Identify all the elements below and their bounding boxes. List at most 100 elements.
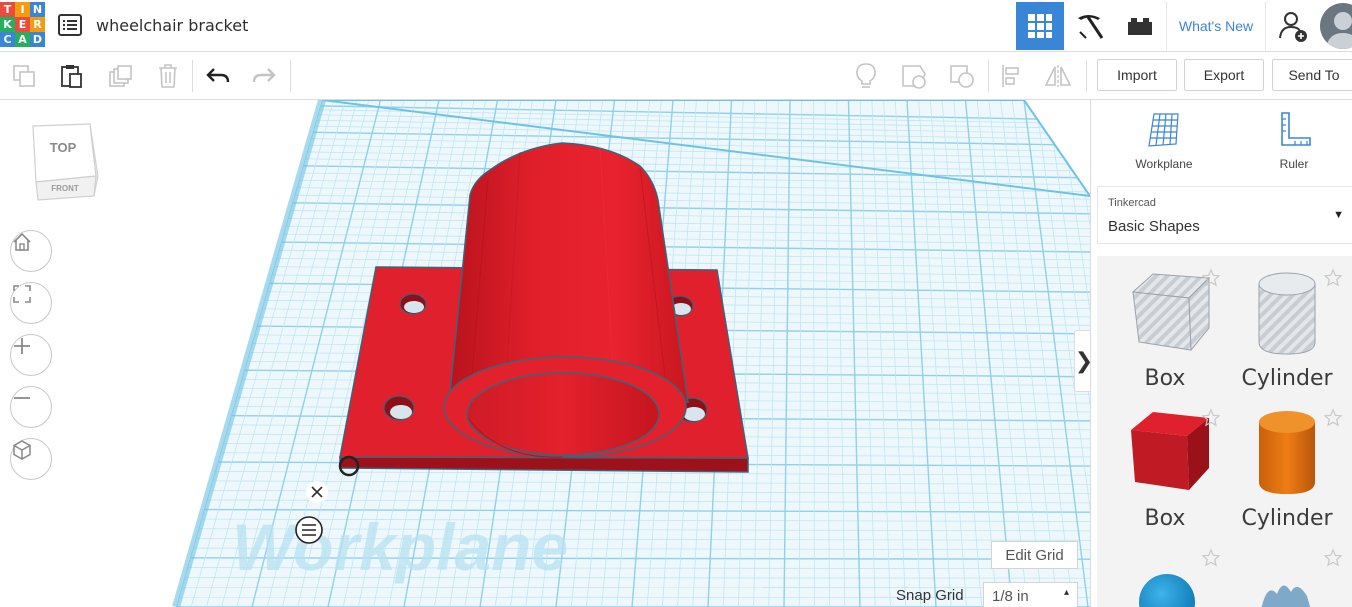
mirror-button[interactable] xyxy=(1042,60,1074,92)
shape-scribble[interactable] xyxy=(1227,542,1347,607)
group-icon xyxy=(950,65,974,88)
redo-button[interactable] xyxy=(248,60,280,92)
3d-design-view-button[interactable] xyxy=(1016,2,1064,50)
shape-sphere[interactable] xyxy=(1105,542,1225,607)
logo-letter: D xyxy=(30,32,45,47)
edit-grid-button[interactable]: Edit Grid xyxy=(991,541,1078,569)
zoom-in-button[interactable] xyxy=(10,334,52,376)
import-button[interactable]: Import xyxy=(1097,59,1177,91)
favorite-star-icon[interactable] xyxy=(1323,548,1343,568)
library-name: Basic Shapes xyxy=(1108,218,1200,235)
trash-icon xyxy=(159,64,177,88)
favorite-star-icon[interactable] xyxy=(1323,268,1343,288)
invite-user-button[interactable] xyxy=(1268,2,1318,50)
shape-label: Cylinder xyxy=(1241,506,1333,531)
avatar[interactable] xyxy=(1320,3,1352,49)
notes-button[interactable] xyxy=(850,60,882,92)
brick-icon xyxy=(1128,18,1152,35)
projection-toggle-button[interactable] xyxy=(10,438,52,480)
duplicate-button[interactable] xyxy=(104,60,136,92)
view-cube-icon: TOP FRONT xyxy=(32,123,99,201)
delete-button[interactable] xyxy=(152,60,184,92)
shape-tool-button[interactable] xyxy=(898,60,930,92)
shape-label: Box xyxy=(1144,506,1186,531)
group-button[interactable] xyxy=(946,60,978,92)
logo-letter: E xyxy=(15,17,30,32)
shape-cylinder[interactable]: Cylinder xyxy=(1227,402,1347,542)
logo-letter: A xyxy=(15,32,30,47)
logo-letter: K xyxy=(0,17,15,32)
align-button[interactable] xyxy=(996,60,1028,92)
snap-grid-select[interactable]: 1/8 in ▴ xyxy=(983,582,1078,607)
shape-box-hole[interactable]: Box xyxy=(1105,262,1225,402)
shape-label: Cylinder xyxy=(1241,366,1333,391)
blocks-view-button[interactable] xyxy=(1066,2,1114,50)
favorite-star-icon[interactable] xyxy=(1201,548,1221,568)
library-source: Tinkercad xyxy=(1108,197,1156,209)
send-to-button[interactable]: Send To xyxy=(1272,59,1352,91)
shape-library-select[interactable]: Tinkercad Basic Shapes ▼ xyxy=(1097,186,1352,244)
ruler-tool[interactable]: Ruler xyxy=(1254,110,1334,171)
logo-letter: I xyxy=(15,2,30,17)
align-icon xyxy=(1002,65,1019,87)
close-note-button[interactable] xyxy=(306,481,328,503)
shapes-panel: Workplane Ruler Tinkercad Basic Shapes ▼ xyxy=(1090,100,1352,607)
whats-new-button[interactable]: What's New xyxy=(1166,2,1266,50)
add-user-icon xyxy=(1279,12,1307,42)
toolbar-divider xyxy=(988,60,989,92)
list-icon xyxy=(58,14,82,36)
home-view-button[interactable] xyxy=(10,230,52,272)
shape-label: Box xyxy=(1144,366,1186,391)
fit-view-button[interactable] xyxy=(10,282,52,324)
bracket-tube[interactable] xyxy=(443,142,689,458)
bolt-hole xyxy=(399,293,427,315)
grid-view-icon xyxy=(1028,14,1052,38)
ruler-icon xyxy=(1281,112,1311,146)
redo-icon xyxy=(252,68,276,83)
workplane-viewport[interactable]: Workplane TOP FRONT xyxy=(0,100,1090,607)
toolbar-divider xyxy=(290,60,291,92)
3d-scene[interactable]: Workplane xyxy=(0,100,1090,607)
home-icon xyxy=(13,232,31,251)
shape-cylinder-hole[interactable]: Cylinder xyxy=(1227,262,1347,402)
design-title[interactable]: wheelchair bracket xyxy=(96,16,248,35)
workplane-watermark: Workplane xyxy=(232,510,568,584)
bricks-view-button[interactable] xyxy=(1116,2,1164,50)
favorite-star-icon[interactable] xyxy=(1201,268,1221,288)
snap-grid-value: 1/8 in xyxy=(992,587,1029,605)
ruler-tool-label: Ruler xyxy=(1279,157,1309,171)
tinkercad-app: TINKERCAD wheelchair bracket What's New … xyxy=(0,0,1352,607)
workplane-tool[interactable]: Workplane xyxy=(1124,110,1204,171)
mirror-icon xyxy=(1044,65,1072,87)
perspective-cube-icon xyxy=(13,440,31,460)
view-cube-top-label: TOP xyxy=(50,140,77,155)
note-list-button[interactable] xyxy=(295,516,323,544)
logo-letter: R xyxy=(30,17,45,32)
favorite-star-icon[interactable] xyxy=(1323,408,1343,428)
tinkercad-logo[interactable]: TINKERCAD xyxy=(0,2,45,47)
zoom-out-button[interactable] xyxy=(10,386,52,428)
undo-icon xyxy=(206,68,230,83)
shape-box[interactable]: Box xyxy=(1105,402,1225,542)
caret-down-icon: ▼ xyxy=(1333,209,1344,221)
paste-icon xyxy=(61,65,82,88)
edit-toolbar: Import Export Send To xyxy=(0,52,1352,100)
design-list-button[interactable] xyxy=(58,14,82,36)
view-cube-front-label: FRONT xyxy=(51,184,79,193)
undo-button[interactable] xyxy=(202,60,234,92)
shape-grid: Box Cylinder Box Cylinder xyxy=(1097,256,1352,607)
snap-grid-label: Snap Grid xyxy=(896,587,964,604)
paste-button[interactable] xyxy=(55,60,87,92)
copy-button[interactable] xyxy=(8,60,40,92)
copy-icon xyxy=(13,65,35,87)
top-header: TINKERCAD wheelchair bracket What's New xyxy=(0,0,1352,52)
favorite-star-icon[interactable] xyxy=(1201,408,1221,428)
minus-icon xyxy=(14,397,30,399)
duplicate-icon xyxy=(109,65,132,87)
view-cube[interactable]: TOP FRONT xyxy=(24,120,104,202)
toolbar-divider xyxy=(192,60,193,92)
fit-all-icon xyxy=(13,285,31,303)
export-button[interactable]: Export xyxy=(1184,59,1264,91)
shape-icon xyxy=(902,65,926,89)
workplane-tool-label: Workplane xyxy=(1135,157,1193,171)
